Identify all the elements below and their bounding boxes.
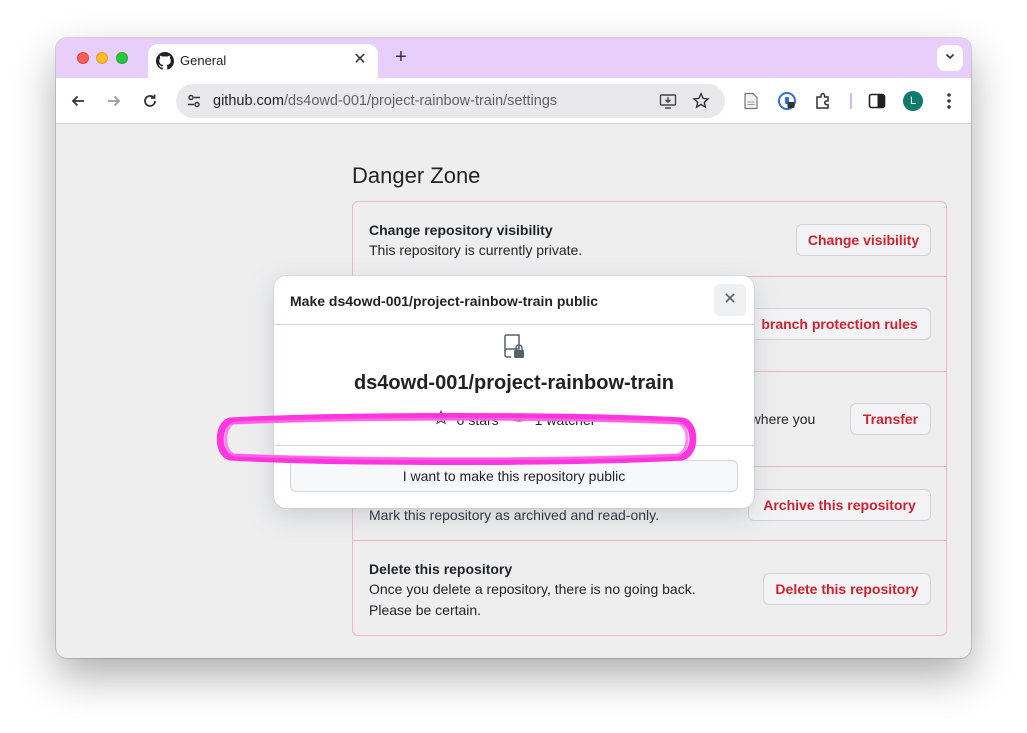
- browser-toolbar: github.com/ds4owd-001/project-rainbow-tr…: [56, 78, 971, 124]
- make-public-confirm-button[interactable]: I want to make this repository public: [290, 460, 738, 492]
- browser-window: General ✕ + github.com/ds4owd-001/projec…: [56, 38, 971, 658]
- repository-stats: 0 stars 1 watcher: [274, 409, 754, 429]
- page-content: Danger Zone Change repository visibility…: [56, 125, 971, 658]
- chevron-down-icon[interactable]: [937, 45, 963, 71]
- dialog-title: Make ds4owd-001/project-rainbow-train pu…: [290, 293, 599, 309]
- toolbar-divider: [850, 93, 852, 109]
- maximize-window-button[interactable]: [116, 52, 128, 64]
- extensions-icon[interactable]: [811, 89, 835, 113]
- menu-icon[interactable]: [937, 89, 961, 113]
- url-host: github.com: [213, 93, 284, 109]
- stars-count: 0 stars: [456, 411, 499, 428]
- address-bar[interactable]: github.com/ds4owd-001/project-rainbow-tr…: [176, 84, 725, 118]
- danger-zone-title: Danger Zone: [352, 163, 481, 188]
- password-manager-icon[interactable]: [775, 89, 799, 113]
- back-icon[interactable]: [66, 89, 90, 113]
- tab-general[interactable]: General ✕: [148, 44, 378, 78]
- row-desc-line1: Once you delete a repository, there is n…: [369, 581, 696, 597]
- dialog-header: Make ds4owd-001/project-rainbow-train pu…: [274, 276, 754, 325]
- archive-repository-button[interactable]: Archive this repository: [748, 489, 931, 521]
- watchers-stat: 1 watcher: [510, 410, 596, 429]
- plus-icon[interactable]: +: [390, 46, 412, 68]
- minimize-window-button[interactable]: [96, 52, 108, 64]
- danger-row-visibility: Change repository visibility This reposi…: [353, 202, 946, 276]
- repo-locked-icon: [502, 334, 526, 360]
- install-icon[interactable]: [658, 91, 678, 111]
- document-icon[interactable]: [739, 89, 763, 113]
- row-title: Change repository visibility: [369, 222, 553, 238]
- repository-name: ds4owd-001/project-rainbow-train: [353, 372, 675, 394]
- close-icon: [724, 291, 736, 309]
- tab-strip: General ✕ +: [56, 38, 971, 78]
- transfer-button[interactable]: Transfer: [850, 403, 931, 435]
- row-desc: This repository is currently private.: [369, 242, 583, 258]
- change-visibility-button[interactable]: Change visibility: [796, 224, 931, 256]
- eye-icon: [510, 410, 527, 429]
- bookmark-star-icon[interactable]: [691, 91, 711, 111]
- star-icon: [432, 409, 449, 429]
- branch-protection-rules-button[interactable]: branch protection rules: [748, 308, 931, 340]
- profile-avatar[interactable]: L: [903, 91, 923, 111]
- url-path: /ds4owd-001/project-rainbow-train/settin…: [283, 93, 558, 109]
- make-public-dialog: Make ds4owd-001/project-rainbow-train pu…: [274, 276, 754, 508]
- row-desc-line2: Please be certain.: [369, 602, 482, 618]
- github-icon: [156, 52, 174, 70]
- forward-icon[interactable]: [102, 89, 126, 113]
- tune-icon[interactable]: [184, 91, 204, 111]
- close-icon[interactable]: ✕: [350, 50, 370, 70]
- row-desc: Mark this repository as archived and rea…: [369, 507, 659, 523]
- tab-title: General: [180, 53, 227, 68]
- dialog-close-button[interactable]: [714, 284, 746, 316]
- watchers-count: 1 watcher: [534, 411, 596, 428]
- stars-stat: 0 stars: [432, 409, 499, 429]
- url-text: github.com/ds4owd-001/project-rainbow-tr…: [213, 93, 557, 109]
- row-title: Delete this repository: [369, 561, 513, 577]
- reload-icon[interactable]: [138, 89, 162, 113]
- delete-repository-button[interactable]: Delete this repository: [763, 573, 931, 605]
- dialog-divider: [274, 445, 754, 446]
- side-panel-icon[interactable]: [865, 89, 889, 113]
- danger-row-delete: Delete this repository Once you delete a…: [353, 540, 946, 636]
- close-window-button[interactable]: [77, 52, 89, 64]
